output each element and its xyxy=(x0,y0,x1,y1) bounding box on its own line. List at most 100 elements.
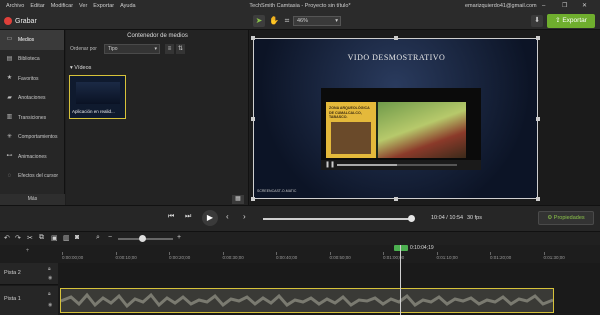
pan-tool-icon[interactable]: ✋ xyxy=(268,15,280,27)
nav-item-anotaciones[interactable]: ▰ Anotaciones xyxy=(0,89,64,109)
crop-tool-icon[interactable]: ⌗ xyxy=(281,15,293,27)
resize-handle[interactable] xyxy=(251,117,255,121)
cursor-effect-icon: ◌ xyxy=(7,172,12,179)
timeline-toolbar: ↶ ↷ ✂ ⧉ ▣ ▥ ◙ ⌕ − + xyxy=(0,231,600,245)
canvas-area: VIDO DESMOSTRATIVO ZONA ARQUEOLÓGICA DE … xyxy=(250,30,600,205)
next-marker-icon[interactable]: › xyxy=(243,212,246,221)
audio-waveform xyxy=(61,292,553,309)
menu-editar[interactable]: Editar xyxy=(30,0,44,12)
select-tool-icon[interactable]: ➤ xyxy=(253,15,265,27)
lock-icon[interactable]: 🔒︎ xyxy=(48,291,51,297)
nav-item-medios[interactable]: ▭ Medios xyxy=(0,30,64,50)
ruler-tick xyxy=(222,252,224,255)
menu-modificar[interactable]: Modificar xyxy=(51,0,73,12)
nav-label: Biblioteca xyxy=(18,56,40,63)
menu-ver[interactable]: Ver xyxy=(79,0,87,12)
sort-order-icon[interactable]: ⇅ xyxy=(176,44,185,54)
scrubber-fill xyxy=(263,218,410,220)
slide-left-panel: ZONA ARQUEOLÓGICA DE CUMALCALCO, TABASCO… xyxy=(326,102,376,158)
resize-handle[interactable] xyxy=(536,197,540,201)
lock-icon[interactable]: 🔒︎ xyxy=(48,266,51,272)
scrubber-handle[interactable] xyxy=(408,215,415,222)
eye-icon[interactable]: ◉ xyxy=(48,275,52,281)
previous-frame-icon[interactable]: ⏮ xyxy=(168,213,174,221)
embedded-video: ZONA ARQUEOLÓGICA DE CUMALCALCO, TABASCO… xyxy=(321,88,481,170)
timeline-clip[interactable] xyxy=(60,288,554,313)
videos-section-header[interactable]: ▾ Vídeos xyxy=(70,65,91,71)
menu-exportar[interactable]: Exportar xyxy=(93,0,114,12)
account-email[interactable]: emarizquierdo41@gmail.com xyxy=(465,0,537,12)
timeline-ruler[interactable]: + 0:10:04;19 0:00:00;00 0:00:10;00 0:00:20… xyxy=(0,245,600,263)
zoom-out-icon[interactable]: − xyxy=(108,234,112,241)
nav-item-favoritos[interactable]: ★ Favoritos xyxy=(0,69,64,89)
watermark-text: SCREENCAST-O-MATIC xyxy=(257,189,297,193)
zoom-slider-handle[interactable] xyxy=(139,235,146,242)
record-button[interactable]: Grabar xyxy=(4,15,44,27)
split-icon[interactable]: ▥ xyxy=(63,234,70,242)
grid-view-icon[interactable]: ▦ xyxy=(232,195,244,204)
cut-icon[interactable]: ✂ xyxy=(27,234,33,242)
menu-bar: Archivo Editar Modificar Ver Exportar Ay… xyxy=(6,0,142,12)
next-frame-icon[interactable]: ⏭ xyxy=(185,213,191,221)
annotation-icon: ▰ xyxy=(7,94,12,101)
add-track-icon[interactable]: + xyxy=(0,248,55,254)
eye-icon[interactable]: ◉ xyxy=(48,302,52,308)
minimize-icon[interactable]: – xyxy=(542,0,545,12)
zoom-select[interactable]: 46% ▾ xyxy=(293,16,341,26)
download-icon[interactable]: ⬇ xyxy=(531,15,543,27)
track-header-2[interactable]: Pista 2 🔒︎ ◉ xyxy=(0,263,58,285)
nav-item-transiciones[interactable]: ▥ Transiciones xyxy=(0,108,64,128)
slide-title: VIDO DESMOSTRATIVO xyxy=(347,53,446,62)
zoom-value: 46% xyxy=(297,18,309,24)
previous-marker-icon[interactable]: ‹ xyxy=(226,212,229,221)
ruler-tick xyxy=(329,252,331,255)
time-display: 10:04 / 10:54 xyxy=(431,215,464,221)
timeline-tracks: Pista 2 🔒︎ ◉ Pista 1 🔒︎ ◉ xyxy=(0,245,600,315)
resize-handle[interactable] xyxy=(394,36,398,40)
sort-select[interactable]: Tipo ▾ xyxy=(104,44,160,54)
nav-item-comportamientos[interactable]: ✳ Comportamientos xyxy=(0,128,64,148)
playback-scrubber[interactable] xyxy=(263,218,413,220)
nav-item-efectos-cursor[interactable]: ◌ Efectos del cursor xyxy=(0,167,64,187)
transition-icon: ▥ xyxy=(6,114,13,121)
ruler-tick-label: 0:01:20;00 xyxy=(490,255,512,260)
resize-handle[interactable] xyxy=(251,36,255,40)
window-title: TechSmith Camtasia - Proyecto sin título… xyxy=(249,3,351,9)
play-button[interactable]: ▶ xyxy=(202,210,218,226)
maximize-icon[interactable]: ❐ xyxy=(562,0,567,12)
track-label: Pista 1 xyxy=(4,296,21,302)
resize-handle[interactable] xyxy=(536,36,540,40)
ruler-tick xyxy=(543,252,545,255)
menu-archivo[interactable]: Archivo xyxy=(6,0,24,12)
video-canvas[interactable]: VIDO DESMOSTRATIVO ZONA ARQUEOLÓGICA DE … xyxy=(253,38,538,199)
snapshot-icon[interactable]: ◙ xyxy=(75,234,79,241)
nav-label: Transiciones xyxy=(18,114,47,121)
ruler-tick-label: 0:00:50;00 xyxy=(329,255,351,260)
undo-icon[interactable]: ↶ xyxy=(4,234,10,242)
gear-icon: ⚙ xyxy=(547,215,553,221)
resize-handle[interactable] xyxy=(536,117,540,121)
zoom-search-icon[interactable]: ⌕ xyxy=(96,234,100,242)
zoom-in-icon[interactable]: + xyxy=(177,234,181,241)
nav-item-animaciones[interactable]: ⊷ Animaciones xyxy=(0,147,64,167)
properties-button[interactable]: ⚙ Propiedades xyxy=(538,211,594,225)
panel-title: Contenedor de medios xyxy=(127,33,188,39)
resize-handle[interactable] xyxy=(251,197,255,201)
playhead-marker[interactable] xyxy=(394,245,408,251)
nav-item-biblioteca[interactable]: ▤ Biblioteca xyxy=(0,50,64,70)
track-header-1[interactable]: Pista 1 🔒︎ ◉ xyxy=(0,286,58,315)
media-clip-thumbnail[interactable]: Aplicación en realid... xyxy=(69,75,126,119)
ruler-tick xyxy=(490,252,491,255)
close-icon[interactable]: ✕ xyxy=(582,0,587,12)
more-button[interactable]: Más xyxy=(0,194,65,205)
redo-icon[interactable]: ↷ xyxy=(15,234,21,242)
list-view-icon[interactable]: ≡ xyxy=(165,44,174,54)
export-button[interactable]: ⇪ Exportar xyxy=(547,14,595,28)
embedded-pause-icon: ❚❚ xyxy=(325,162,336,168)
copy-icon[interactable]: ⧉ xyxy=(39,234,44,242)
paste-icon[interactable]: ▣ xyxy=(51,234,58,242)
ruler-tick xyxy=(276,252,277,255)
menu-ayuda[interactable]: Ayuda xyxy=(120,0,136,12)
resize-handle[interactable] xyxy=(394,197,398,201)
film-icon: ▭ xyxy=(6,36,13,43)
